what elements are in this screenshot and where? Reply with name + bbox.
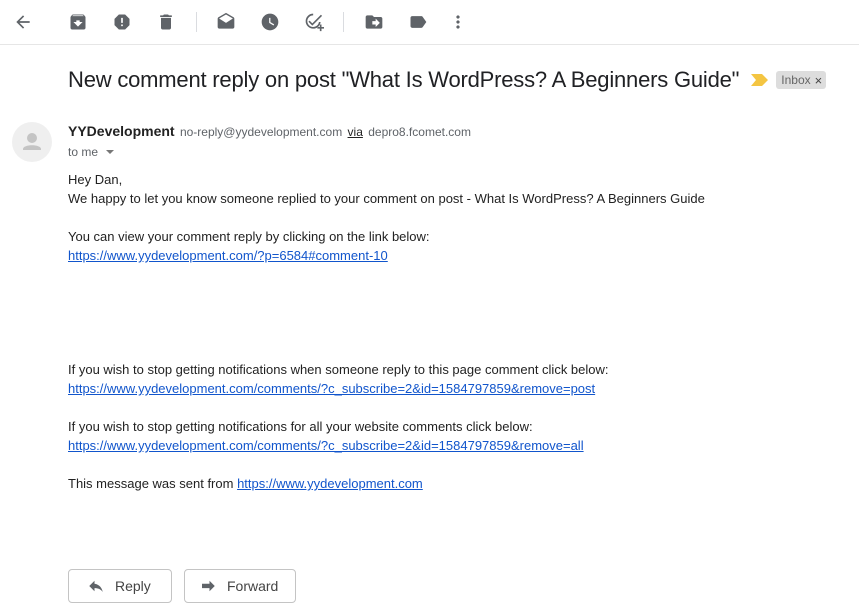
sender-email: no-reply@yydevelopment.com — [179, 125, 343, 139]
recipients-text: to me — [68, 145, 99, 159]
forward-icon — [202, 580, 215, 592]
sent-from-link[interactable]: https://www.yydevelopment.com — [237, 476, 423, 491]
inbox-label-text: Inbox — [781, 73, 811, 87]
subject-row: New comment reply on post "What Is WordP… — [68, 66, 827, 94]
via-link[interactable]: via — [348, 125, 363, 139]
sender-name[interactable]: YYDevelopment — [68, 123, 175, 139]
email-subject: New comment reply on post "What Is WordP… — [68, 67, 740, 92]
body-greeting: Hey Dan, — [68, 172, 123, 187]
label-icon — [410, 16, 427, 28]
archive-icon — [70, 14, 86, 30]
body-intro: We happy to let you know someone replied… — [68, 191, 705, 206]
archive-button[interactable] — [66, 10, 90, 34]
move-to-icon — [365, 15, 383, 29]
body-view-text: You can view your comment reply by click… — [68, 229, 430, 244]
sender-avatar — [12, 122, 52, 162]
via-host: depro8.fcomet.com — [368, 125, 471, 139]
sent-from-text: This message was sent from — [68, 476, 234, 491]
body-stop-all-text: If you wish to stop getting notification… — [68, 419, 533, 434]
person-icon — [23, 133, 41, 150]
unsubscribe-all-link[interactable]: https://www.yydevelopment.com/comments/?… — [68, 438, 584, 453]
report-spam-button[interactable] — [110, 10, 134, 34]
snooze-button[interactable] — [258, 10, 282, 34]
inbox-label-chip: Inbox × — [776, 71, 827, 89]
toolbar-divider — [343, 12, 344, 32]
recipients-row: to me — [68, 145, 115, 159]
delete-icon — [160, 14, 172, 30]
show-details-chevron-icon[interactable] — [106, 150, 115, 154]
sender-row: YYDevelopment no-reply@yydevelopment.com… — [68, 123, 471, 139]
toolbar-divider — [196, 12, 197, 32]
reply-button[interactable]: Reply — [68, 569, 172, 603]
snooze-icon — [261, 13, 279, 31]
remove-label-button[interactable]: × — [815, 73, 823, 88]
unsubscribe-post-link[interactable]: https://www.yydevelopment.com/comments/?… — [68, 381, 595, 396]
importance-marker-icon[interactable] — [751, 74, 769, 86]
reply-label: Reply — [115, 578, 151, 594]
report-spam-icon — [114, 14, 130, 30]
labels-button[interactable] — [406, 10, 430, 34]
body-sent-from: This message was sent from https://www.y… — [68, 476, 423, 491]
delete-button[interactable] — [154, 10, 178, 34]
more-vert-icon — [456, 15, 460, 29]
view-comment-link[interactable]: https://www.yydevelopment.com/?p=6584#co… — [68, 248, 388, 263]
mark-unread-button[interactable] — [214, 10, 238, 34]
move-to-button[interactable] — [362, 10, 386, 34]
mark-unread-icon — [217, 12, 235, 29]
body-stop-page-text: If you wish to stop getting notification… — [68, 362, 609, 377]
reply-icon — [89, 580, 103, 592]
message-toolbar — [0, 0, 859, 45]
add-to-tasks-icon — [305, 13, 324, 32]
more-button[interactable] — [446, 10, 470, 34]
add-to-tasks-button[interactable] — [302, 10, 326, 34]
back-arrow-icon — [16, 15, 30, 29]
back-button[interactable] — [11, 10, 35, 34]
forward-button[interactable]: Forward — [184, 569, 296, 603]
forward-label: Forward — [227, 578, 279, 594]
